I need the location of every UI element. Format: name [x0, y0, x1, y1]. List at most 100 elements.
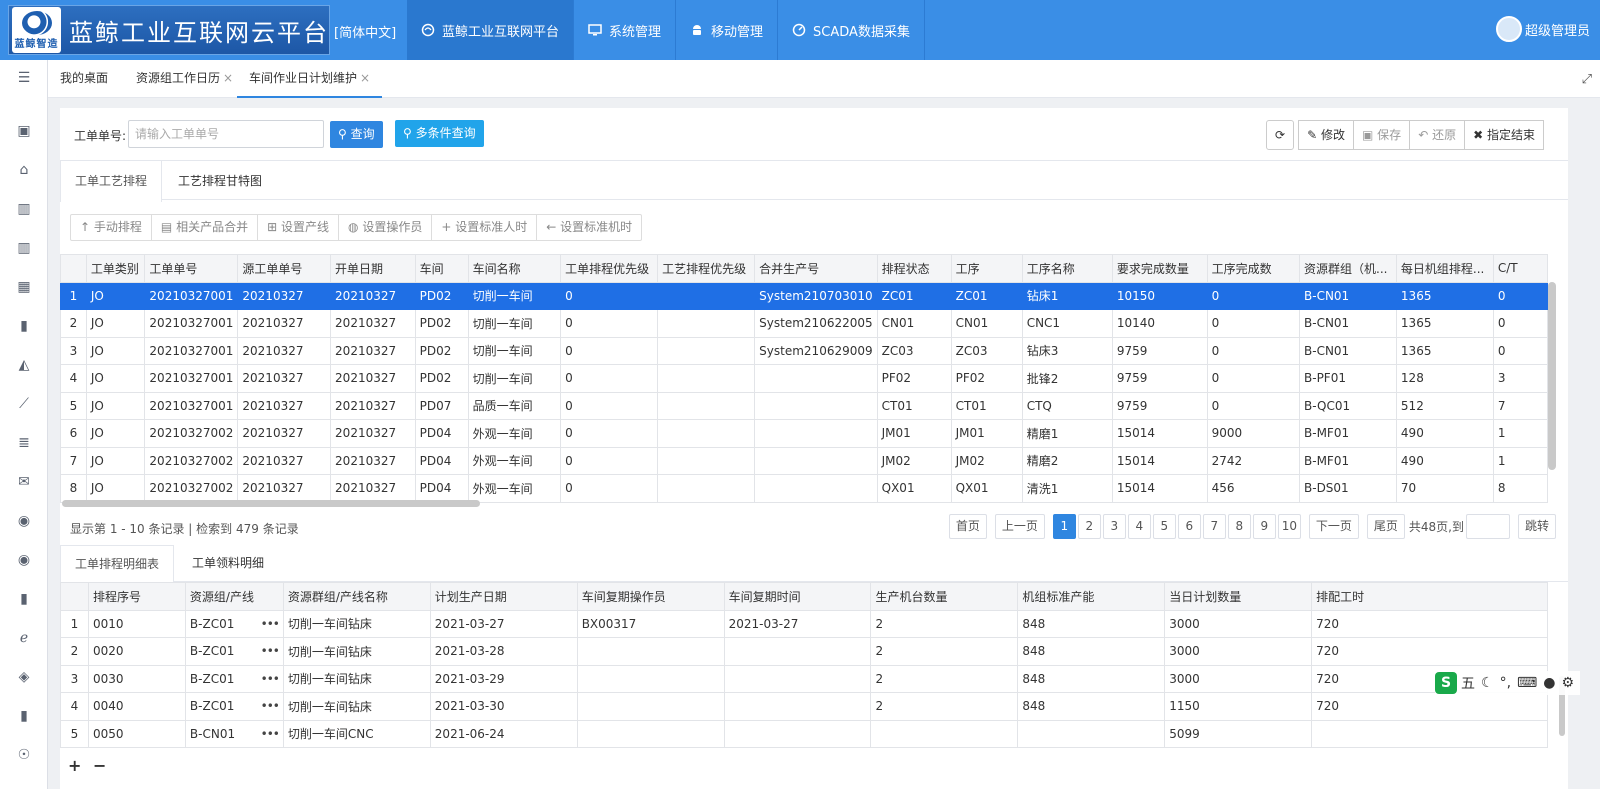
table-row[interactable]: 6 JO 20210327002 20210327 20210327 PD04 外观一车间 0…	[60, 419, 1548, 448]
manual-schedule-button[interactable]: ↑ 手动排程	[71, 215, 152, 240]
column-header[interactable]	[60, 582, 89, 611]
column-header[interactable]: 工序完成数	[1206, 254, 1301, 283]
lookup-dots-icon[interactable]: •••	[261, 699, 280, 713]
column-header[interactable]: 资源群组（机...	[1299, 254, 1397, 283]
horizontal-scrollbar[interactable]	[62, 500, 480, 507]
user-menu[interactable]: 超级管理员	[1495, 16, 1590, 42]
column-header[interactable]: 工单排程优先级	[560, 254, 659, 283]
edge-icon[interactable]: ℯ	[16, 630, 32, 646]
table-cell[interactable]: B-ZC01 •••	[184, 692, 284, 721]
calculator-icon[interactable]: ▦	[16, 279, 32, 295]
refresh-button[interactable]: ⟳	[1266, 120, 1295, 150]
handshake-icon[interactable]: ☉	[16, 747, 32, 763]
menu-toggle-icon[interactable]: ☰	[16, 70, 32, 86]
nav-platform[interactable]: 蓝鲸工业互联网平台	[407, 0, 575, 60]
server-icon[interactable]: ▮	[16, 708, 32, 724]
podcast-alt-icon[interactable]: ◉	[16, 552, 32, 568]
table-cell[interactable]: B-ZC01 •••	[184, 664, 284, 693]
nav-system[interactable]: 系统管理	[574, 0, 677, 60]
column-header[interactable]: C/T	[1492, 254, 1548, 283]
list-icon[interactable]: ≣	[16, 435, 32, 451]
vertical-scrollbar[interactable]	[1548, 282, 1556, 470]
keyboard-icon[interactable]: ⌨	[1517, 675, 1537, 691]
set-operator-button[interactable]: ◍ 设置操作员	[339, 215, 433, 240]
cube-icon[interactable]: ◈	[16, 669, 32, 685]
column-header[interactable]: 排程序号	[87, 582, 186, 611]
language-switch[interactable]: [简体中文]	[334, 22, 396, 41]
tab-material-detail[interactable]: 工单领料明细	[178, 545, 278, 582]
user-icon[interactable]: ●	[1543, 675, 1555, 691]
ime-mode[interactable]: 五	[1461, 673, 1475, 693]
force-end-button[interactable]: ✖ 指定结束	[1464, 120, 1544, 150]
punctuation-icon[interactable]: °,	[1500, 675, 1511, 691]
area-chart-icon[interactable]: ◭	[16, 357, 32, 373]
column-header[interactable]: 工艺排程优先级	[657, 254, 756, 283]
lookup-dots-icon[interactable]: •••	[261, 617, 280, 631]
bar-chart-icon[interactable]: ▥	[16, 201, 32, 217]
jump-button[interactable]: 跳转	[1517, 514, 1556, 539]
table-row[interactable]: 7 JO 20210327002 20210327 20210327 PD04 外观一车间 0…	[60, 446, 1548, 475]
table-row[interactable]: 1 0010 B-ZC01 ••• 切削一车间钻床 2021-03-27 BX00317 20…	[60, 609, 1548, 638]
page-number-button[interactable]: 1	[1052, 514, 1076, 539]
last-page-button[interactable]: 尾页	[1366, 514, 1405, 539]
line-chart-icon[interactable]: ⟋	[16, 396, 32, 412]
column-header[interactable]: 每日机组排程...	[1395, 254, 1494, 283]
page-number-button[interactable]: 2	[1077, 514, 1101, 539]
close-icon[interactable]: ×	[223, 71, 233, 85]
page-number-button[interactable]: 7	[1202, 514, 1226, 539]
column-header[interactable]: 开单日期	[330, 254, 416, 283]
query-button[interactable]: ⚲ 查询	[330, 121, 383, 148]
merge-products-button[interactable]: ▤ 相关产品合并	[152, 215, 259, 240]
page-number-button[interactable]: 5	[1152, 514, 1176, 539]
set-line-button[interactable]: ⊞ 设置产线	[258, 215, 339, 240]
fullscreen-icon[interactable]: ⤢	[1582, 72, 1592, 87]
page-number-button[interactable]: 3	[1102, 514, 1126, 539]
lookup-dots-icon[interactable]: •••	[261, 727, 280, 741]
first-page-button[interactable]: 首页	[948, 514, 987, 539]
order-no-input[interactable]	[128, 120, 324, 148]
multi-query-button[interactable]: ⚲ 多条件查询	[395, 120, 484, 147]
table-row[interactable]: 3 JO 20210327001 20210327 20210327 PD02 切削一车间 0…	[60, 336, 1548, 365]
set-std-labor-button[interactable]: + 设置标准人时	[432, 215, 538, 240]
ime-logo-icon[interactable]: S	[1435, 672, 1457, 694]
tab-my-desktop[interactable]: 我的桌面	[60, 60, 108, 98]
nav-mobile[interactable]: 移动管理	[676, 0, 779, 60]
prev-page-button[interactable]: 上一页	[994, 514, 1045, 539]
add-row-icon[interactable]: +	[68, 756, 81, 775]
column-header[interactable]: 排配工时	[1311, 582, 1548, 611]
table-row[interactable]: 1 JO 20210327001 20210327 20210327 PD02 切削一车间 0…	[60, 281, 1548, 310]
column-header[interactable]: 合并生产号	[754, 254, 878, 283]
column-header[interactable]: 资源组/产线	[184, 582, 284, 611]
page-number-button[interactable]: 10	[1277, 514, 1301, 539]
tab-workshop-plan[interactable]: 车间作业日计划维护 ×	[237, 60, 383, 98]
column-header[interactable]	[60, 254, 87, 283]
table-cell[interactable]: B-ZC01 •••	[184, 609, 284, 638]
table-row[interactable]: 2 0020 B-ZC01 ••• 切削一车间钻床 2021-03-28 2 848 3000 7…	[60, 637, 1548, 666]
column-header[interactable]: 车间复期时间	[723, 582, 872, 611]
column-header[interactable]: 工单单号	[144, 254, 239, 283]
column-header[interactable]: 源工单单号	[237, 254, 332, 283]
column-header[interactable]: 当日计划数量	[1164, 582, 1313, 611]
bar-chart-alt-icon[interactable]: ▥	[16, 240, 32, 256]
bank-icon[interactable]: ⌂	[16, 162, 32, 178]
page-number-button[interactable]: 4	[1127, 514, 1151, 539]
remove-row-icon[interactable]: −	[93, 756, 106, 775]
table-cell[interactable]: B-ZC01 •••	[184, 637, 284, 666]
lookup-dots-icon[interactable]: •••	[261, 672, 280, 686]
table-row[interactable]: 4 0040 B-ZC01 ••• 切削一车间钻床 2021-03-30 2 848 1150 7…	[60, 692, 1548, 721]
column-header[interactable]: 机组标准产能	[1017, 582, 1166, 611]
settings-icon[interactable]: ⚙	[1561, 675, 1574, 691]
tab-resource-calendar[interactable]: 资源组工作日历 ×	[136, 60, 233, 98]
contacts-icon[interactable]: ▣	[16, 123, 32, 139]
close-icon[interactable]: ×	[360, 71, 370, 85]
page-number-button[interactable]: 8	[1227, 514, 1251, 539]
column-header[interactable]: 资源群组/产线名称	[282, 582, 431, 611]
podcast-icon[interactable]: ◉	[16, 513, 32, 529]
table-cell[interactable]: B-CN01 •••	[184, 719, 284, 748]
table-row[interactable]: 8 JO 20210327002 20210327 20210327 PD04 外观一车间 0…	[60, 474, 1548, 503]
column-header[interactable]: 生产机台数量	[870, 582, 1019, 611]
tab-gantt[interactable]: 工艺排程甘特图	[164, 161, 276, 201]
column-header[interactable]: 车间	[414, 254, 469, 283]
set-std-machine-button[interactable]: ← 设置标准机时	[537, 215, 641, 240]
envelope-icon[interactable]: ✉	[16, 474, 32, 490]
